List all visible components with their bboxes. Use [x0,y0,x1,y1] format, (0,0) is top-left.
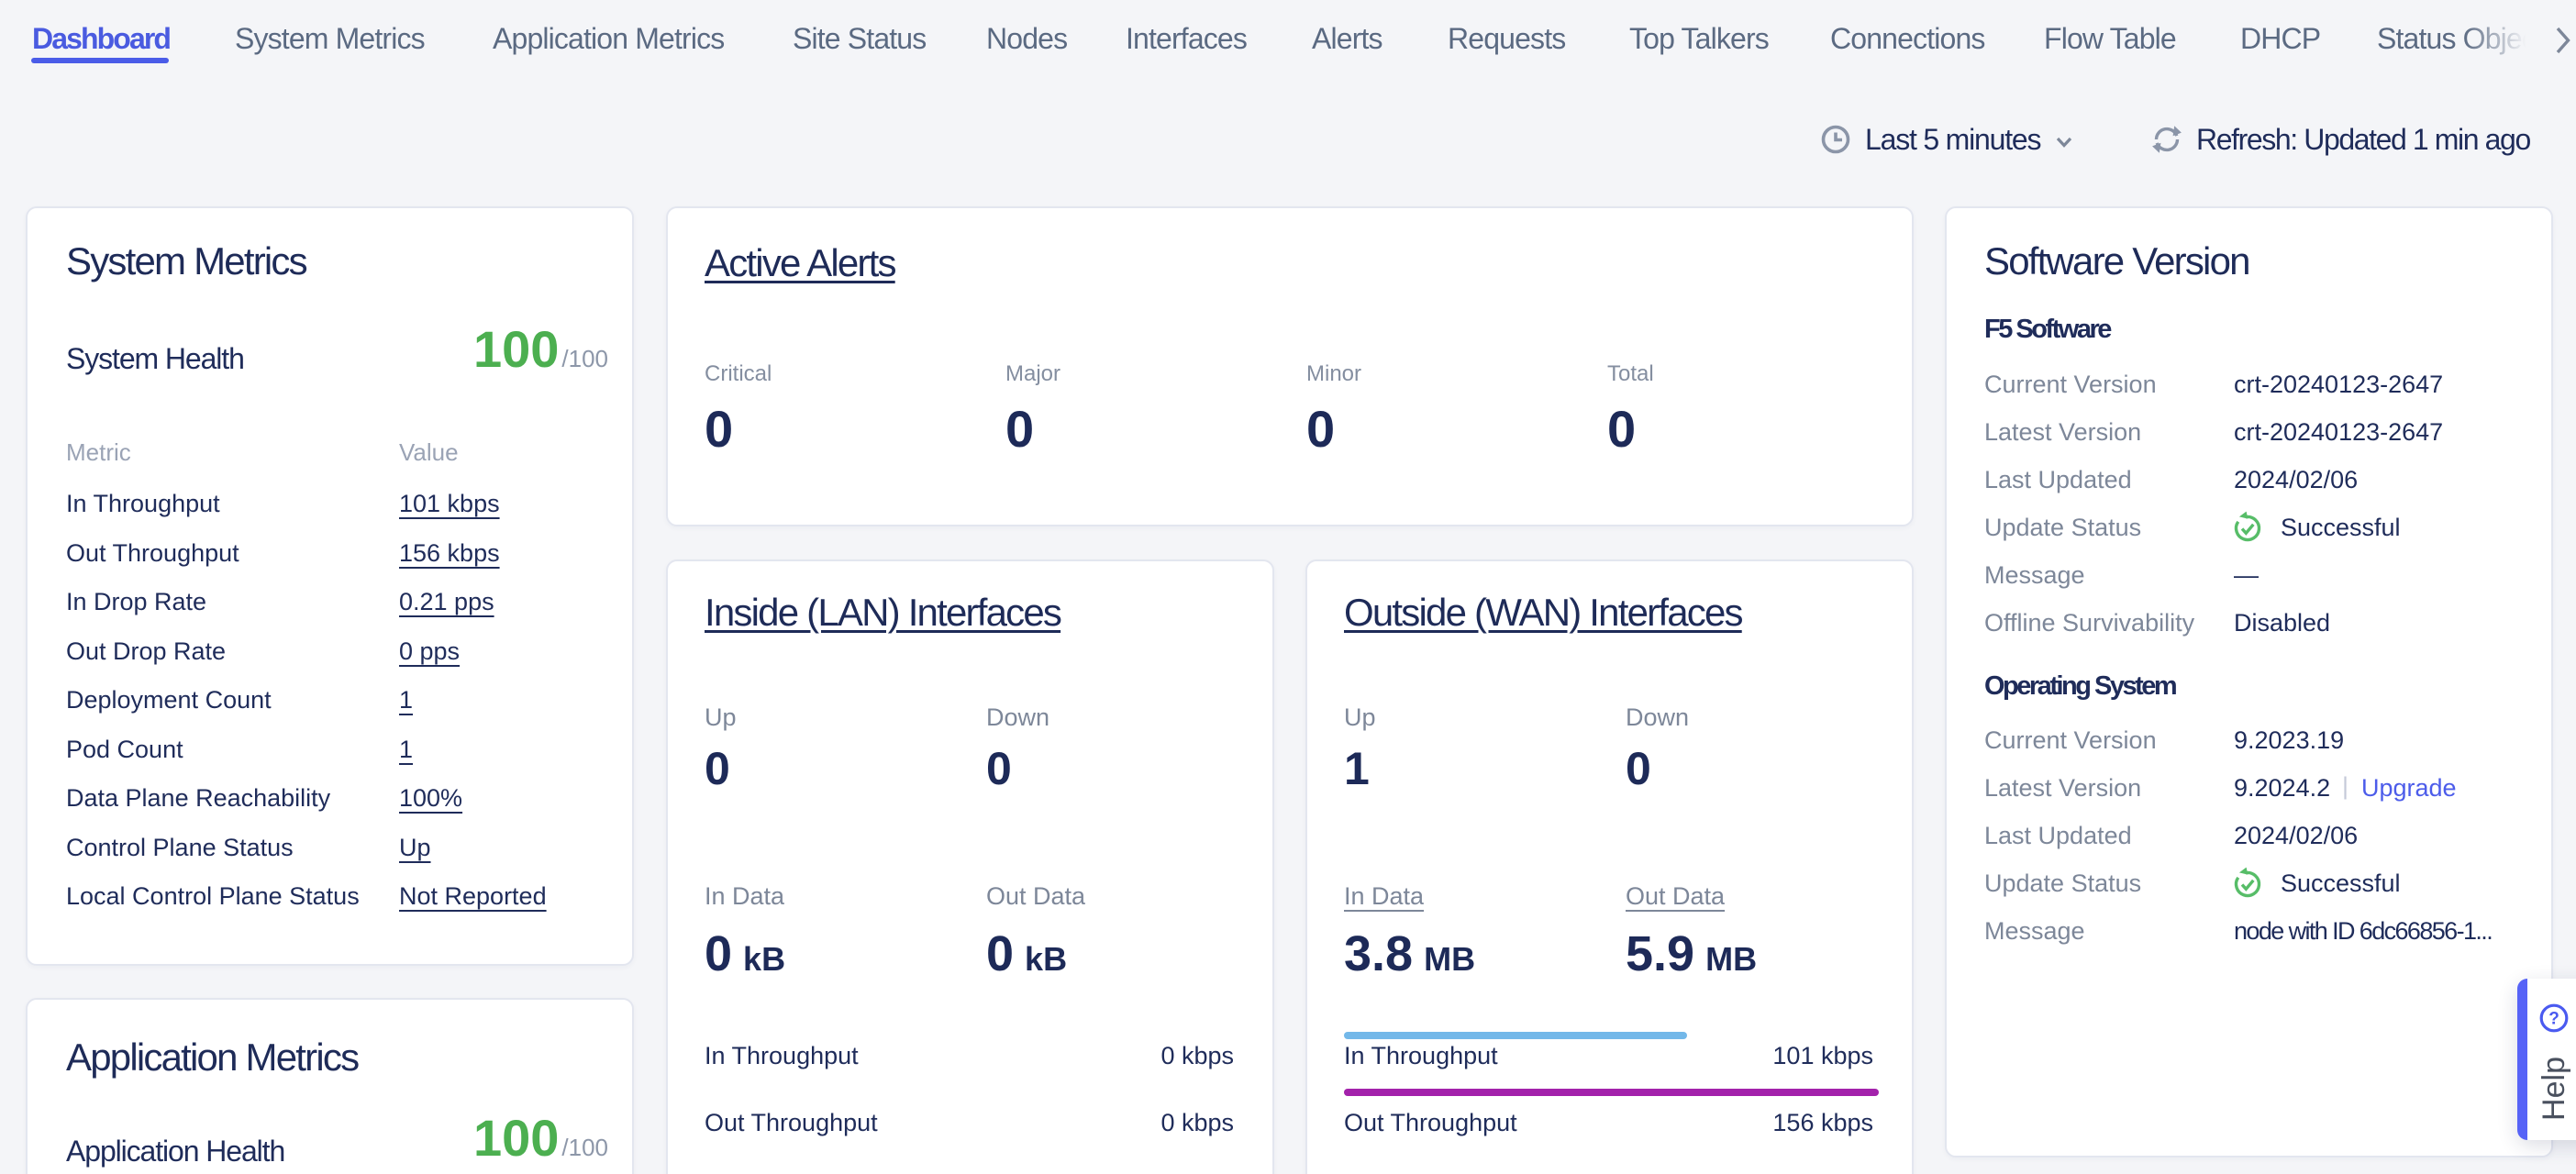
svg-text:?: ? [2548,1010,2559,1029]
